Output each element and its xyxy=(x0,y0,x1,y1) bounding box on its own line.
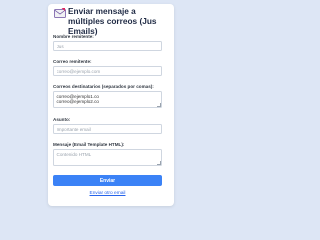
recipients-textarea[interactable] xyxy=(53,91,162,108)
message-label: Mensaje (Email Template HTML): xyxy=(53,142,125,147)
message-textarea[interactable] xyxy=(53,149,162,166)
sender-email-input[interactable] xyxy=(53,66,162,76)
sender-name-input[interactable] xyxy=(53,41,162,51)
send-button[interactable]: Enviar xyxy=(53,175,162,186)
envelope-icon xyxy=(54,8,66,18)
send-again-link[interactable]: Enviar otro email xyxy=(53,191,162,196)
page-title: Enviar mensaje a múltiples correos (Jus … xyxy=(68,6,157,36)
recipients-label: Correos destinatarios (separados por com… xyxy=(53,84,154,89)
sender-email-label: Correo remitente: xyxy=(53,59,92,64)
sender-name-label: Nombre remitente: xyxy=(53,34,94,39)
subject-input[interactable] xyxy=(53,124,162,134)
page-header: Enviar mensaje a múltiples correos (Jus … xyxy=(54,6,172,36)
subject-label: Asunto: xyxy=(53,117,71,122)
